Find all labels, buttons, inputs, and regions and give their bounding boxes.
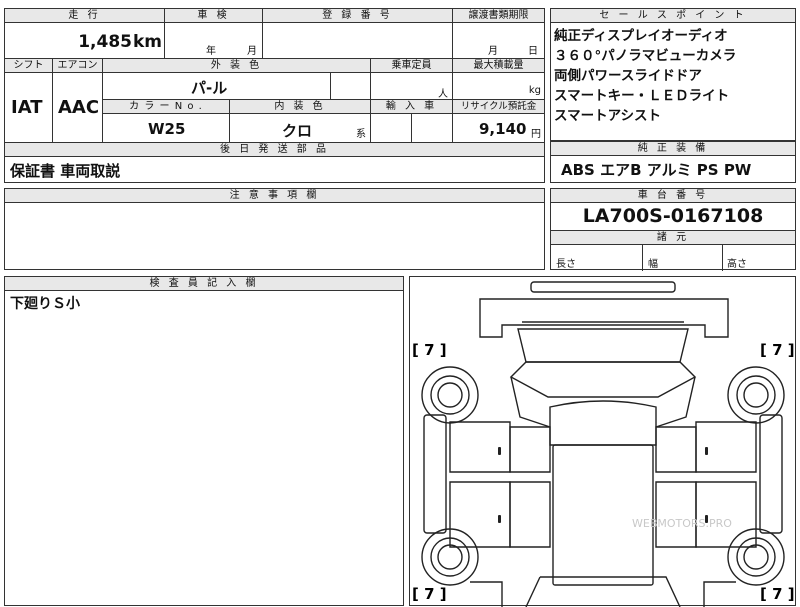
exterior-value: パ-ル [191,79,228,97]
mileage-header: 走 行 [5,9,165,23]
later-parts-header: 後 日 発 送 部 品 [5,143,544,157]
sales-points-panel: セ ー ル ス ポ イ ン ト 純正ディスプレイオーディオ ３６０°パノラマビュ… [550,8,796,141]
inspection-cell: 年 月 [165,23,263,59]
interior-value: クロ [282,122,313,140]
max-load-cell: kg [453,73,544,100]
import-cell-2 [412,114,453,143]
notes-panel: 注 意 事 項 欄 [4,188,545,270]
shift-value: IAT [11,97,43,118]
exterior-cell: パ-ル [103,73,331,100]
inspection-month: 月 [247,46,257,57]
recycle-cell: 9,140 円 [453,114,544,143]
vehicle-diagram: [ 7 ] [ 7 ] [ 7 ] [ 7 ] WEBMOTORS.PRO [412,281,795,607]
notes-value [5,203,544,209]
inspection-header: 車 検 [165,9,263,23]
tire-marker-rear-left: [ 7 ] [412,585,447,603]
chassis-header: 車 台 番 号 [551,189,795,203]
ac-header: エアコン [53,59,103,73]
width-label: 幅 [648,259,658,270]
capacity-header: 乗車定員 [371,59,453,73]
height-label: 高さ [727,259,747,270]
sales-point-line: ３６０°パノラマビューカメラ [554,48,737,64]
tire-marker-front-right: [ 7 ] [760,341,795,359]
tire-marker-rear-right: [ 7 ] [760,585,795,603]
factory-equipment-value: ABS エアB アルミ PS PW [561,161,752,179]
mileage-cell: 1,485 km [5,23,165,59]
watermark: WEBMOTORS.PRO [632,517,732,530]
import-header: 輸 入 車 [371,100,453,114]
max-load-header: 最大積載量 [453,59,544,73]
dims-header: 諸 元 [551,231,795,245]
sales-point-line: 両側パワースライドドア [554,68,702,84]
notes-header: 注 意 事 項 欄 [5,189,544,203]
transfer-cell: 月 日 [453,23,544,59]
vehicle-diagram-panel: [ 7 ] [ 7 ] [ 7 ] [ 7 ] WEBMOTORS.PRO [409,276,796,607]
factory-equipment-panel: 純 正 装 備 ABS エアB アルミ PS PW [550,141,796,183]
transfer-month: 月 [488,46,498,57]
sales-point-line: スマートアシスト [554,108,662,124]
chassis-panel: 車 台 番 号 LA700S-0167108 諸 元 長さ 幅 高さ [550,188,796,271]
sales-points-list: 純正ディスプレイオーディオ ３６０°パノラマビューカメラ 両側パワースライドドア… [551,23,795,126]
interior-suffix: 系 [356,129,366,140]
capacity-unit: 人 [438,89,448,100]
ac-value: AAC [58,97,100,118]
recycle-header: リサイクル預託金 [453,100,544,114]
inspector-panel: 検 査 員 記 入 欄 下廻りＳ小 [4,276,404,606]
sales-point-line: 純正ディスプレイオーディオ [554,28,728,44]
import-cell-1 [371,114,412,143]
color-no-header: カ ラ ー N o . [103,100,230,114]
shift-header: シフト [5,59,53,73]
registration-header: 登 録 番 号 [263,9,453,23]
registration-cell [263,23,453,59]
mileage-unit: km [132,32,162,52]
mileage-value: 1,485 [78,32,132,52]
interior-header: 内 装 色 [230,100,371,114]
factory-equipment-header: 純 正 装 備 [551,142,795,156]
capacity-cell: 人 [371,73,453,100]
exterior-extra-cell [331,73,371,100]
tire-marker-front-left: [ 7 ] [412,341,447,359]
color-no-cell: W25 [103,114,230,143]
color-no-value: W25 [148,120,186,138]
length-label: 長さ [556,259,576,270]
transfer-header: 譲渡書類期限 [453,9,544,23]
recycle-unit: 円 [531,129,541,140]
chassis-number: LA700S-0167108 [551,203,795,231]
inspector-header: 検 査 員 記 入 欄 [5,277,403,291]
shift-cell: IAT [5,73,53,143]
interior-cell: クロ 系 [230,114,371,143]
inspection-year: 年 [206,46,216,57]
later-parts-value: 保証書 車両取説 [10,162,121,180]
recycle-value: 9,140 [479,120,527,138]
max-load-unit: kg [528,85,541,96]
sales-points-header: セ ー ル ス ポ イ ン ト [551,9,795,23]
inspector-value: 下廻りＳ小 [10,296,80,312]
later-parts-cell: 保証書 車両取説 [5,157,544,182]
exterior-header: 外 装 色 [103,59,371,73]
ac-cell: AAC [53,73,103,143]
sales-point-line: スマートキー・ＬＥＤライト [554,88,730,104]
transfer-day: 日 [528,46,538,57]
